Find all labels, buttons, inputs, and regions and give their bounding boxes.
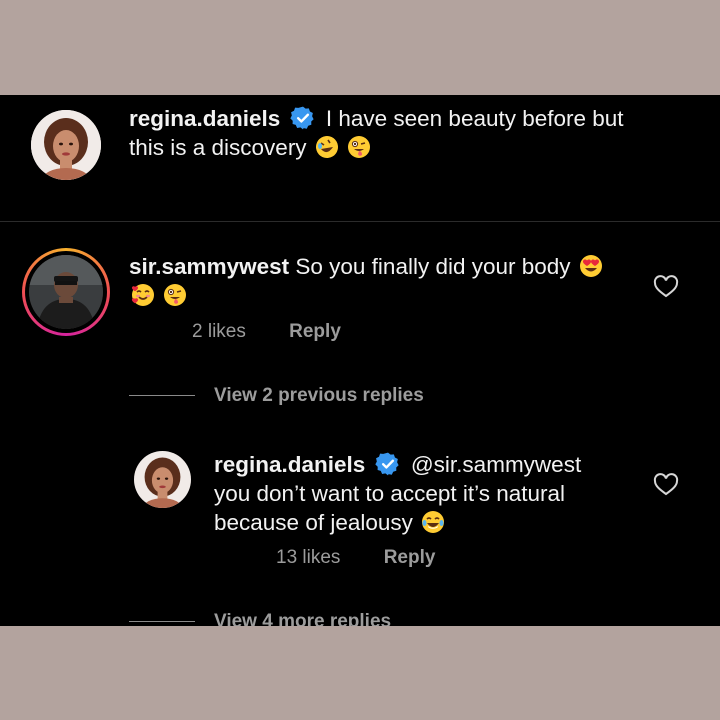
comment-reply-button[interactable]: Reply bbox=[289, 321, 341, 342]
reply-text-line2: you don’t want to accept it’s natural bbox=[214, 481, 566, 506]
avatar-image-regina bbox=[31, 110, 101, 180]
view-more-replies-button[interactable]: View 4 more replies bbox=[214, 611, 391, 626]
reply-meta: 13 likes Reply bbox=[276, 547, 435, 569]
caption-text: regina.daniels I have seen beauty before… bbox=[129, 104, 669, 162]
reply-username[interactable]: regina.daniels bbox=[214, 452, 365, 477]
reply-text: regina.daniels @sir.sammywest you don’t … bbox=[214, 450, 634, 537]
comment-username[interactable]: sir.sammywest bbox=[129, 254, 289, 279]
photo-frame-top bbox=[0, 0, 720, 95]
like-heart-icon[interactable] bbox=[653, 275, 679, 299]
reply-avatar[interactable] bbox=[134, 451, 191, 508]
winking-tongue-emoji-icon bbox=[164, 284, 187, 306]
heart-eyes-emoji-icon bbox=[579, 255, 602, 277]
reply-mention[interactable]: @sir.sammywest bbox=[411, 452, 581, 477]
reply-reply-button[interactable]: Reply bbox=[384, 547, 436, 568]
comment-avatar bbox=[29, 255, 103, 329]
view-previous-replies-button[interactable]: View 2 previous replies bbox=[214, 385, 424, 407]
story-ring[interactable] bbox=[22, 248, 110, 336]
thread-line bbox=[129, 621, 195, 622]
rofl-emoji-icon bbox=[315, 136, 338, 158]
verified-badge-icon bbox=[289, 106, 314, 130]
comment-body: So you finally did your body bbox=[295, 254, 571, 279]
caption-avatar[interactable] bbox=[31, 110, 101, 180]
smiling-hearts-emoji-icon bbox=[131, 284, 154, 306]
comments-screen: regina.daniels I have seen beauty before… bbox=[0, 95, 720, 626]
comment-text: sir.sammywest So you finally did your bo… bbox=[129, 252, 629, 310]
thread-line bbox=[129, 395, 195, 396]
winking-tongue-emoji-icon bbox=[348, 136, 371, 158]
caption-divider bbox=[0, 221, 720, 222]
caption-text-line2: this is a discovery bbox=[129, 135, 307, 160]
photo-frame-bottom bbox=[0, 626, 720, 720]
caption-username[interactable]: regina.daniels bbox=[129, 106, 280, 131]
caption-text-line1: I have seen beauty before but bbox=[325, 106, 624, 131]
comment-likes[interactable]: 2 likes bbox=[192, 321, 246, 342]
verified-badge-icon bbox=[374, 452, 399, 476]
reply-likes[interactable]: 13 likes bbox=[276, 547, 340, 568]
avatar-image-sammywest bbox=[29, 255, 103, 329]
like-heart-icon[interactable] bbox=[653, 473, 679, 497]
tears-of-joy-emoji-icon bbox=[422, 511, 445, 533]
avatar-image-regina bbox=[134, 451, 191, 508]
comment-meta: 2 likes Reply bbox=[192, 321, 341, 343]
reply-text-line3: because of jealousy bbox=[214, 510, 413, 535]
